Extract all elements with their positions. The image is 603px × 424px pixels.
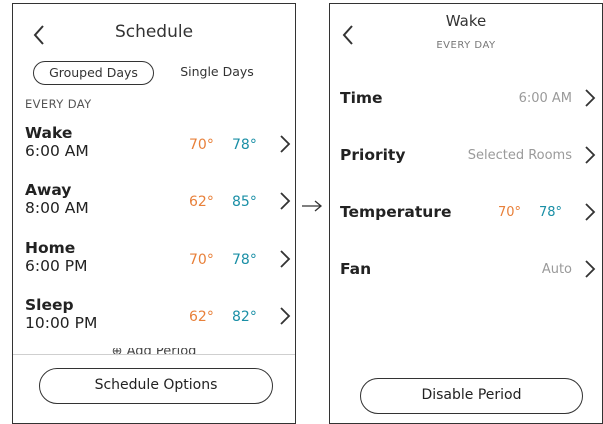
chevron-right-icon: [584, 201, 596, 223]
period-name: Wake: [25, 124, 73, 142]
section-label: EVERY DAY: [25, 97, 92, 111]
chevron-right-icon: [279, 305, 291, 327]
chevron-right-icon: [584, 258, 596, 280]
row-temperature[interactable]: Temperature 70° 78°: [340, 197, 602, 227]
page-title: Schedule: [114, 22, 194, 42]
page-subtitle: EVERY DAY: [436, 40, 496, 51]
cool-setpoint: 78°: [232, 137, 257, 153]
row-priority[interactable]: Priority Selected Rooms: [340, 140, 602, 170]
arrow-right-icon: [300, 198, 324, 214]
period-detail-screen: Wake EVERY DAY Time 6:00 AM Priority Sel…: [329, 3, 603, 424]
period-wake[interactable]: Wake 6:00 AM 70° 78°: [25, 124, 295, 179]
days-segmented-control: Grouped Days Single Days: [33, 61, 279, 85]
divider: [13, 354, 295, 355]
row-value: Auto: [541, 262, 572, 277]
cool-setpoint: 78°: [232, 252, 257, 268]
period-time: 8:00 AM: [25, 199, 89, 217]
chevron-right-icon: [279, 133, 291, 155]
row-value: Selected Rooms: [467, 148, 572, 163]
heat-setpoint: 70°: [498, 205, 522, 220]
row-label: Time: [340, 89, 383, 107]
row-label: Fan: [340, 260, 372, 278]
heat-setpoint: 70°: [189, 137, 214, 153]
period-name: Sleep: [25, 296, 74, 314]
disable-period-button[interactable]: Disable Period: [360, 378, 583, 414]
period-name: Home: [25, 239, 76, 257]
period-sleep[interactable]: Sleep 10:00 PM 62° 82°: [25, 296, 295, 351]
tab-grouped-days[interactable]: Grouped Days: [33, 61, 154, 85]
row-label: Temperature: [340, 203, 452, 221]
period-name: Away: [25, 181, 72, 199]
period-time: 6:00 PM: [25, 257, 88, 275]
heat-setpoint: 70°: [189, 252, 214, 268]
heat-setpoint: 62°: [189, 194, 214, 210]
tab-single-days[interactable]: Single Days: [159, 61, 275, 85]
cool-setpoint: 78°: [539, 205, 563, 220]
chevron-right-icon: [279, 190, 291, 212]
cool-setpoint: 82°: [232, 309, 257, 325]
row-fan[interactable]: Fan Auto: [340, 254, 602, 284]
row-label: Priority: [340, 146, 406, 164]
cool-setpoint: 85°: [232, 194, 257, 210]
heat-setpoint: 62°: [189, 309, 214, 325]
schedule-options-button[interactable]: Schedule Options: [39, 368, 273, 404]
row-time[interactable]: Time 6:00 AM: [340, 83, 602, 113]
chevron-right-icon: [279, 248, 291, 270]
period-home[interactable]: Home 6:00 PM 70° 78°: [25, 239, 295, 294]
period-time: 6:00 AM: [25, 142, 89, 160]
schedule-screen: Schedule Grouped Days Single Days EVERY …: [12, 3, 296, 424]
period-time: 10:00 PM: [25, 314, 98, 332]
chevron-right-icon: [584, 144, 596, 166]
period-away[interactable]: Away 8:00 AM 62° 85°: [25, 181, 295, 236]
row-value: 6:00 AM: [518, 91, 572, 106]
page-title: Wake: [445, 12, 487, 30]
chevron-right-icon: [584, 87, 596, 109]
